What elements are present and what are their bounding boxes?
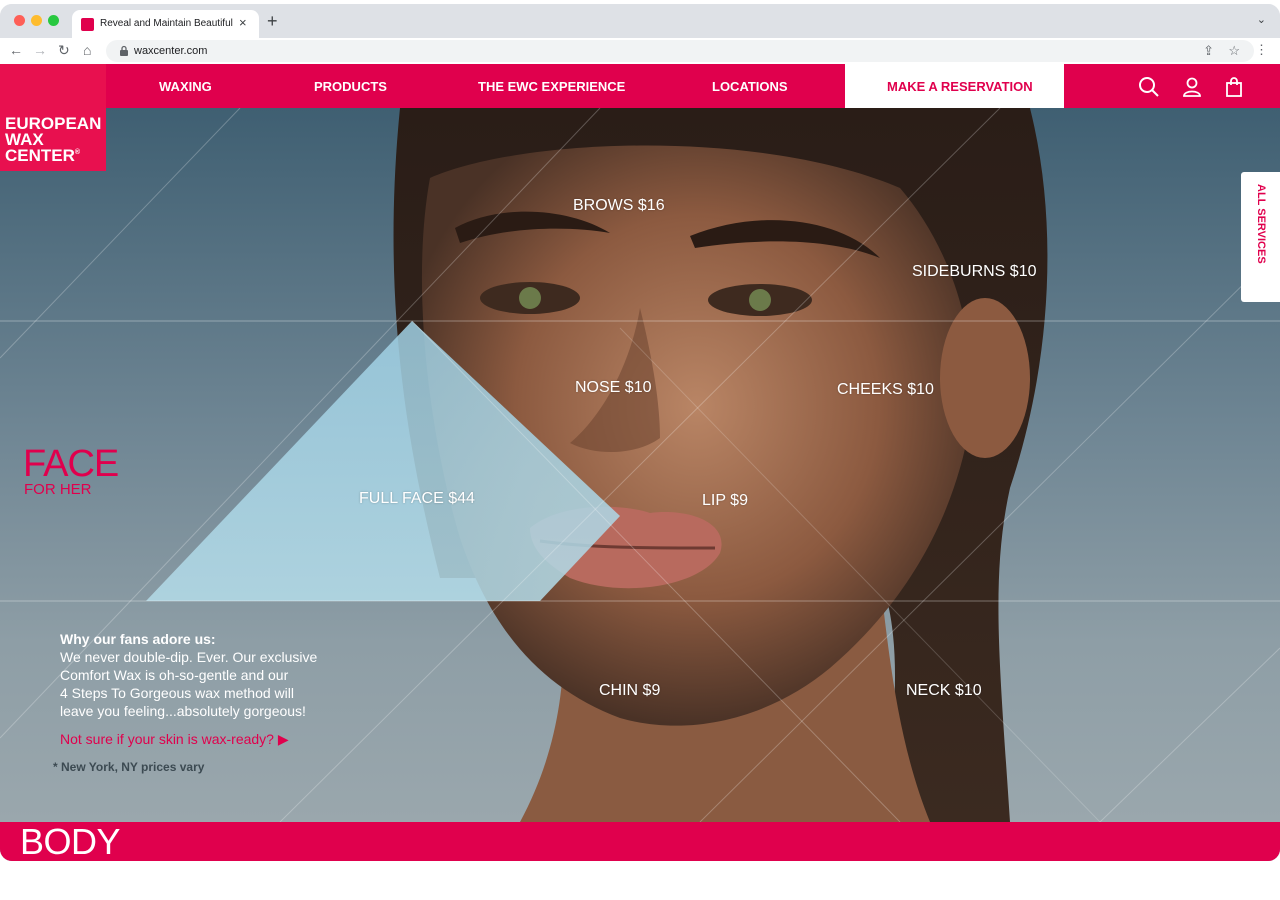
- diagonal-line-5: [1099, 647, 1280, 822]
- registered-mark: ®: [74, 149, 81, 156]
- account-icon[interactable]: [1181, 76, 1203, 98]
- price-sideburns[interactable]: SIDEBURNS $10: [912, 263, 1037, 281]
- site-header: WAXING PRODUCTS THE EWC EXPERIENCE LOCAT…: [0, 64, 1280, 108]
- bag-icon[interactable]: [1223, 76, 1245, 98]
- minimize-window-button[interactable]: [31, 15, 42, 26]
- tab-search-icon[interactable]: ⌄: [1257, 13, 1266, 26]
- nav-locations[interactable]: LOCATIONS: [712, 79, 788, 94]
- reservation-label: MAKE A RESERVATION: [887, 79, 1033, 94]
- all-services-label: ALL SERVICES: [1255, 184, 1267, 264]
- copy-line: We never double-dip. Ever. Our exclusive: [60, 649, 318, 665]
- wax-ready-link[interactable]: Not sure if your skin is wax-ready? ▶: [60, 730, 289, 748]
- maximize-window-button[interactable]: [48, 15, 59, 26]
- reload-icon[interactable]: ↻: [58, 42, 70, 58]
- make-reservation-button[interactable]: MAKE A RESERVATION: [845, 64, 1064, 108]
- price-neck[interactable]: NECK $10: [906, 682, 982, 700]
- tab-strip: Reveal and Maintain Beautiful Skin × + ⌄: [0, 4, 1280, 38]
- nav-ewc-experience[interactable]: THE EWC EXPERIENCE: [478, 79, 625, 94]
- logo-text: CENTER: [5, 146, 75, 165]
- close-window-button[interactable]: [14, 15, 25, 26]
- url-text: waxcenter.com: [134, 45, 208, 57]
- price-lip[interactable]: LIP $9: [702, 492, 748, 510]
- browser-toolbar: ← → ↻ ⌂ waxcenter.com ⇪ ☆ ⋮: [0, 38, 1280, 64]
- price-brows[interactable]: BROWS $16: [573, 197, 665, 215]
- body-section-title: BODY: [20, 821, 121, 861]
- close-tab-icon[interactable]: ×: [239, 16, 247, 30]
- new-tab-button[interactable]: +: [267, 12, 278, 30]
- copy-line: Comfort Wax is oh-so-gentle and our: [60, 667, 289, 683]
- site-logo[interactable]: EUROPEAN WAX CENTER®: [0, 64, 106, 171]
- right-iris-shape: [749, 289, 771, 311]
- copy-heading: Why our fans adore us:: [60, 631, 216, 647]
- browser-window: Reveal and Maintain Beautiful Skin × + ⌄…: [0, 4, 1280, 861]
- body-section-bar[interactable]: BODY: [0, 822, 1280, 861]
- price-nose[interactable]: NOSE $10: [575, 379, 651, 397]
- bookmark-star-icon[interactable]: ☆: [1228, 43, 1240, 58]
- ear-shape: [940, 298, 1030, 458]
- share-icon[interactable]: ⇪: [1203, 43, 1214, 58]
- section-subtitle: FOR HER: [24, 481, 92, 498]
- copy-line: 4 Steps To Gorgeous wax method will: [60, 685, 294, 701]
- browser-menu-icon[interactable]: ⋮: [1255, 42, 1268, 57]
- address-bar[interactable]: waxcenter.com ⇪ ☆: [106, 40, 1254, 62]
- copy-line: leave you feeling...absolutely gorgeous!: [60, 703, 306, 719]
- left-iris-shape: [519, 287, 541, 309]
- price-cheeks[interactable]: CHEEKS $10: [837, 381, 934, 399]
- home-icon[interactable]: ⌂: [83, 42, 91, 58]
- page-viewport: BROWS $16 SIDEBURNS $10 NOSE $10 CHEEKS …: [0, 64, 1280, 861]
- browser-tab[interactable]: Reveal and Maintain Beautiful Skin ×: [72, 10, 259, 38]
- nav-products[interactable]: PRODUCTS: [314, 79, 387, 94]
- back-icon[interactable]: ←: [9, 42, 23, 58]
- price-note: * New York, NY prices vary: [53, 760, 205, 774]
- tab-title: Reveal and Maintain Beautiful Skin: [100, 18, 233, 29]
- forward-icon[interactable]: →: [33, 42, 47, 58]
- lock-icon: [120, 45, 128, 56]
- fans-copy-block: Why our fans adore us: We never double-d…: [60, 630, 350, 720]
- price-full-face[interactable]: FULL FACE $44: [359, 490, 475, 508]
- favicon-icon: [81, 18, 94, 31]
- section-title: FACE: [23, 443, 119, 485]
- search-icon[interactable]: [1138, 76, 1160, 98]
- nav-waxing[interactable]: WAXING: [159, 79, 212, 94]
- price-chin[interactable]: CHIN $9: [599, 682, 660, 700]
- all-services-tab[interactable]: ALL SERVICES: [1241, 172, 1280, 302]
- logo-text-line: CENTER®: [5, 146, 106, 165]
